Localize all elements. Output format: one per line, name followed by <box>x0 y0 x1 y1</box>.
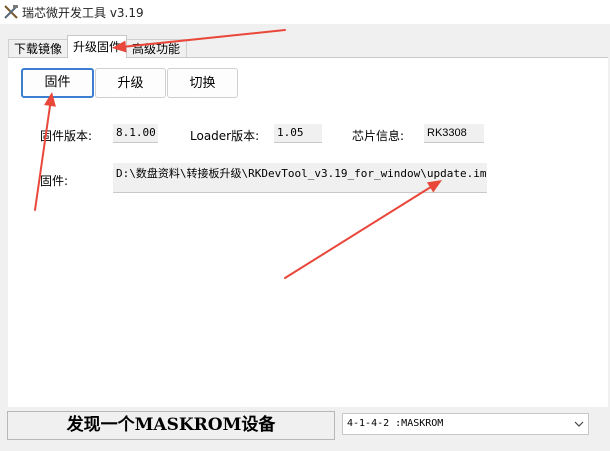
status-message: 发现一个MASKROM设备 <box>7 411 335 440</box>
firmware-path-field: D:\数盘资料\转接板升级\RKDevTool_v3.19_for_window… <box>113 163 487 193</box>
loader-version-label: Loader版本: <box>190 129 260 143</box>
firmware-button[interactable]: 固件 <box>21 68 94 98</box>
firmware-version-field: 8.1.00 <box>113 124 158 143</box>
tab-download-image[interactable]: 下载镜像 <box>8 39 68 58</box>
device-select-value: 4-1-4-2 :MASKROM <box>347 418 444 429</box>
title-bar: 瑞芯微开发工具 v3.19 <box>0 0 610 24</box>
chip-info-label: 芯片信息: <box>352 129 405 143</box>
loader-version-field: 1.05 <box>274 124 322 143</box>
window-title: 瑞芯微开发工具 v3.19 <box>22 6 144 20</box>
upgrade-button[interactable]: 升级 <box>95 68 166 98</box>
firmware-path-label: 固件: <box>40 174 69 188</box>
tab-upgrade-firmware[interactable]: 升级固件 <box>67 35 127 58</box>
switch-button[interactable]: 切换 <box>167 68 238 98</box>
firmware-version-label: 固件版本: <box>40 129 93 143</box>
upgrade-panel <box>8 57 608 407</box>
chevron-down-icon[interactable] <box>574 420 584 428</box>
device-select[interactable]: 4-1-4-2 :MASKROM <box>342 413 589 435</box>
app-tools-icon <box>4 5 18 19</box>
tab-advanced-functions[interactable]: 高级功能 <box>126 39 187 58</box>
chip-info-field: RK3308 <box>424 124 484 143</box>
